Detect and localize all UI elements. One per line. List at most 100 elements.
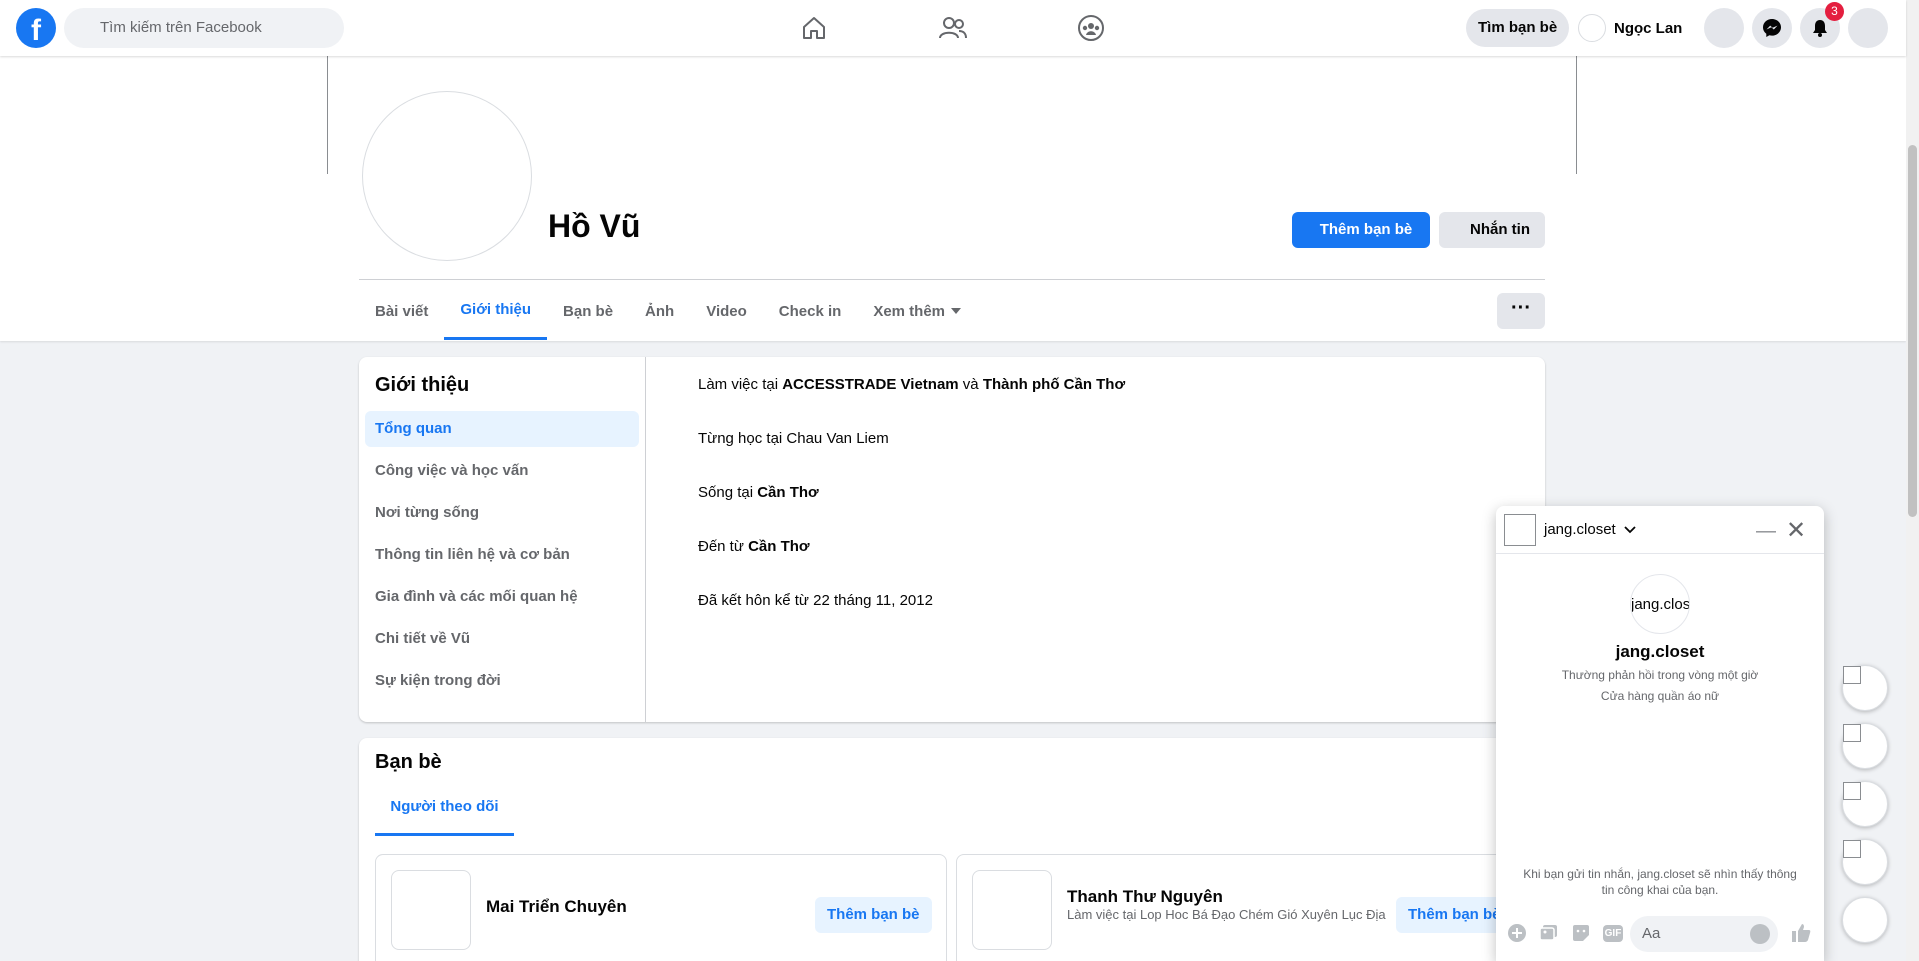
gif-label: GIF (1602, 924, 1624, 942)
profile-name: Hồ Vũ (548, 208, 641, 244)
tab-see-more[interactable]: Xem thêm (857, 282, 977, 340)
message-input[interactable]: Aa (1630, 916, 1778, 952)
about-title: Giới thiệu (375, 374, 470, 396)
education-info: Từng học tại Chau Van Liem (698, 430, 889, 447)
friend-photo[interactable] (972, 870, 1052, 950)
chat-head-bubble[interactable] (1842, 839, 1888, 885)
chat-privacy-note: Khi bạn gửi tin nhắn, jang.closet sẽ nhì… (1523, 867, 1797, 897)
user-name: Ngọc Lan (1614, 19, 1683, 37)
from-place-link[interactable]: Cần Thơ (748, 538, 810, 555)
search-input[interactable]: Tìm kiếm trên Facebook (64, 8, 344, 48)
messenger-icon[interactable] (1752, 8, 1792, 48)
groups-icon[interactable] (1071, 8, 1111, 48)
about-menu-work-education[interactable]: Công việc và học vấn (365, 453, 639, 489)
scrollbar-thumb[interactable] (1908, 145, 1917, 517)
about-menu-overview[interactable]: Tổng quan (365, 411, 639, 447)
friends-card: Bạn bè Người theo dõi Mai Triển Chuyên T… (359, 738, 1556, 961)
chat-head-bubble[interactable] (1842, 665, 1888, 711)
close-icon[interactable]: ✕ (1786, 516, 1806, 545)
work-and: và (958, 376, 983, 393)
broken-image-icon (1843, 840, 1861, 858)
friend-photo[interactable] (391, 870, 471, 950)
about-menu-details[interactable]: Chi tiết về Vũ (365, 621, 639, 657)
friends-title: Bạn bè (375, 751, 442, 773)
from-info: Đến từ Cần Thơ (698, 537, 1498, 591)
work-info: Làm việc tại ACCESSTRADE Vietnam và Thàn… (698, 375, 1498, 429)
about-menu-life-events[interactable]: Sự kiện trong đời (365, 663, 639, 699)
cover-photo-right-edge (1576, 56, 1577, 174)
broken-image-icon (1843, 782, 1861, 800)
chat-profile-avatar: jang.clos (1630, 574, 1690, 634)
lives-prefix: Sống tại (698, 484, 758, 501)
about-menu-places-lived[interactable]: Nơi từng sống (365, 495, 639, 531)
gif-icon[interactable]: GIF (1600, 920, 1626, 946)
chevron-down-icon (1624, 526, 1636, 534)
tab-photos[interactable]: Ảnh (629, 282, 690, 340)
sticker-icon[interactable] (1568, 920, 1594, 946)
tab-see-more-label: Xem thêm (873, 302, 946, 320)
profile-tabs: Bài viết Giới thiệu Bạn bè Ảnh Video Che… (359, 282, 977, 340)
chat-toolbar: GIF (1504, 920, 1626, 946)
like-icon[interactable] (1790, 922, 1812, 949)
tab-friends[interactable]: Bạn bè (547, 282, 629, 340)
chat-page-name-label: jang.closet (1544, 521, 1616, 538)
notifications-icon[interactable]: 3 (1800, 2, 1844, 48)
work-place-link[interactable]: Thành phố Cần Thơ (983, 376, 1125, 393)
tab-check-in[interactable]: Check in (763, 282, 858, 340)
friend-name[interactable]: Thanh Thư Nguyên (1067, 887, 1223, 907)
tab-video[interactable]: Video (690, 282, 763, 340)
chat-response-time: Thường phản hồi trong vòng một giờ (1561, 668, 1759, 682)
caret-down-icon (951, 308, 962, 314)
lives-place-link[interactable]: Cần Thơ (757, 484, 819, 501)
about-menu-contact-info[interactable]: Thông tin liên hệ và cơ bản (365, 537, 639, 573)
more-options-button[interactable]: ··· (1497, 293, 1545, 329)
chat-header: jang.closet — ✕ (1496, 506, 1824, 554)
relationship-info: Đã kết hôn kể từ 22 tháng 11, 2012 (698, 592, 933, 609)
facebook-logo-icon[interactable]: f (16, 8, 56, 48)
about-menu: Tổng quan Công việc và học vấn Nơi từng … (365, 411, 639, 705)
lives-in-info: Sống tại Cần Thơ (698, 483, 1498, 537)
profile-shortcut[interactable]: Ngọc Lan (1578, 9, 1682, 47)
chat-page-avatar[interactable] (1504, 514, 1536, 546)
chat-profile-name: jang.closet (1615, 642, 1705, 661)
about-menu-family[interactable]: Gia đình và các mối quan hệ (365, 579, 639, 615)
about-sidebar: Giới thiệu Tổng quan Công việc và học vấ… (359, 357, 646, 722)
friend-name[interactable]: Mai Triển Chuyên (486, 897, 627, 917)
emoji-icon[interactable] (1750, 924, 1770, 944)
cover-photo-left-edge (327, 56, 328, 174)
message-input-placeholder: Aa (1642, 925, 1661, 942)
add-friend-button[interactable]: Thêm bạn bè (1292, 212, 1430, 248)
minimize-icon[interactable]: — (1756, 520, 1776, 543)
friend-subtitle: Làm việc tại Lop Hoc Bá Đạo Chém Gió Xuy… (1067, 907, 1386, 922)
chat-window: jang.closet — ✕ jang.clos jang.closet Th… (1496, 506, 1824, 961)
add-friend-button[interactable]: Thêm bạn bè (815, 897, 932, 933)
page-scrollbar[interactable] (1906, 0, 1919, 961)
tab-about[interactable]: Giới thiệu (444, 282, 548, 340)
photo-icon[interactable] (1536, 920, 1562, 946)
notification-badge: 3 (1825, 2, 1844, 21)
header-divider (359, 279, 1545, 280)
chat-page-name[interactable]: jang.closet (1544, 521, 1636, 538)
plus-icon[interactable] (1504, 920, 1530, 946)
broken-image-icon (1843, 724, 1861, 742)
chat-category: Cửa hàng quần áo nữ (1600, 689, 1720, 703)
work-company-link[interactable]: ACCESSTRADE Vietnam (782, 376, 958, 393)
from-prefix: Đến từ (698, 538, 749, 555)
friends-icon[interactable] (933, 8, 973, 48)
message-button[interactable]: Nhắn tin (1439, 212, 1545, 248)
account-avatar[interactable] (1848, 8, 1888, 48)
tab-followers[interactable]: Người theo dõi (375, 796, 514, 836)
menu-button[interactable] (1704, 8, 1744, 48)
home-icon[interactable] (794, 8, 834, 48)
tab-posts[interactable]: Bài viết (359, 282, 444, 340)
chat-head-bubble[interactable] (1842, 723, 1888, 769)
list-item: Mai Triển Chuyên Thêm bạn bè (375, 854, 947, 961)
list-item: Thanh Thư Nguyên Làm việc tại Lop Hoc Bá… (956, 854, 1556, 961)
new-message-bubble[interactable] (1842, 897, 1888, 943)
chat-head-bubble[interactable] (1842, 781, 1888, 827)
top-navigation-bar: f Tìm kiếm trên Facebook Tìm bạn bè Ngọc… (0, 0, 1906, 56)
find-friends-button[interactable]: Tìm bạn bè (1466, 9, 1570, 47)
profile-picture[interactable] (362, 91, 532, 261)
about-card: Giới thiệu Tổng quan Công việc và học vấ… (359, 357, 1545, 722)
about-overview: Làm việc tại ACCESSTRADE Vietnam và Thàn… (698, 375, 1498, 645)
